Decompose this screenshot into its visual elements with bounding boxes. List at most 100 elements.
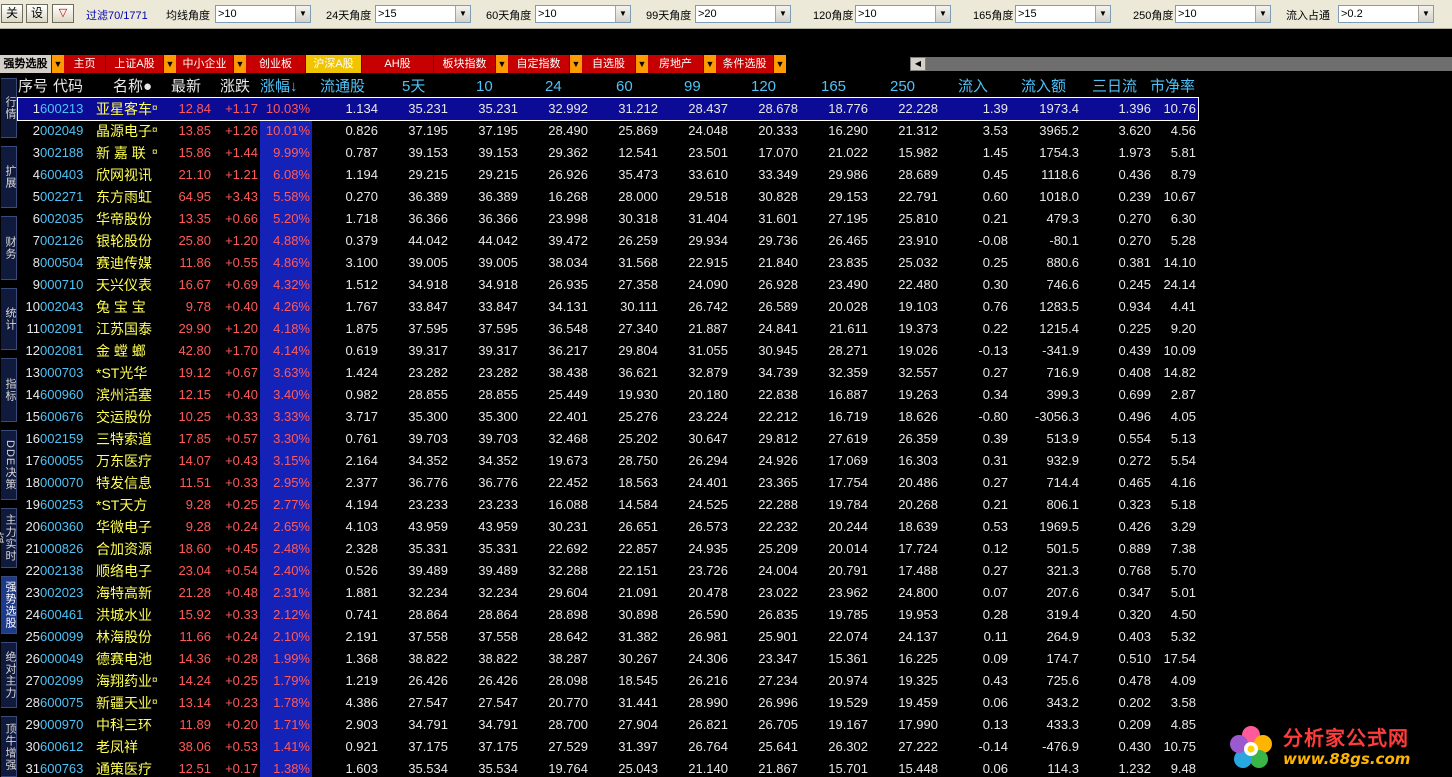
tab-8[interactable]: 自定指数 [508, 55, 570, 73]
combo-165-angle[interactable]: >15 ▼ [1015, 5, 1111, 23]
side-tab-5[interactable]: DDE决策 [1, 430, 17, 500]
col-header-d250[interactable]: 250 [890, 76, 915, 98]
col-header-d99[interactable]: 99 [684, 76, 701, 98]
col-header-name[interactable]: 名称● [113, 76, 152, 98]
table-row[interactable]: 25 600099 林海股份 11.66 +0.24 2.10% 2.191 37.558 37… [18, 626, 1198, 648]
col-header-pb[interactable]: 市净率 [1150, 76, 1195, 98]
chevron-down-icon[interactable]: ▼ [295, 6, 310, 22]
tab-dropdown-icon[interactable]: ▼ [164, 55, 176, 73]
combo-ma-angle[interactable]: >10 ▼ [215, 5, 311, 23]
table-row[interactable]: 20 600360 华微电子 9.28 +0.24 2.65% 4.103 43.959 43.… [18, 516, 1198, 538]
chevron-down-icon[interactable]: ▼ [775, 6, 790, 22]
table-row[interactable]: 7 002126 银轮股份 25.80 +1.20 4.88% 0.379 44.042 44.… [18, 230, 1198, 252]
table-row[interactable]: 23 002023 海特高新 21.28 +0.48 2.31% 1.881 32.234 32… [18, 582, 1198, 604]
side-tab-1[interactable]: 扩展 [1, 146, 17, 208]
table-row[interactable]: 2 002049 晶源电子 13.85 +1.26 10.01% 0.826 37.195 37… [18, 120, 1198, 142]
combo-250-angle[interactable]: >10 ▼ [1175, 5, 1271, 23]
col-header-pct[interactable]: 涨幅↓ [260, 76, 298, 98]
col-header-d24[interactable]: 24 [545, 76, 562, 98]
dropdown-icon[interactable]: ▽ [52, 4, 74, 23]
table-row[interactable]: 29 000970 中科三环 11.89 +0.20 1.71% 2.903 34.791 34… [18, 714, 1198, 736]
close-button[interactable]: 关 [1, 4, 23, 23]
side-tab-7[interactable]: 强势选股 [1, 576, 17, 634]
table-row[interactable]: 17 600055 万东医疗 14.07 +0.43 3.15% 2.164 34.352 34… [18, 450, 1198, 472]
side-tab-4[interactable]: 指标 [1, 358, 17, 422]
table-row[interactable]: 18 000070 特发信息 11.51 +0.33 2.95% 2.377 36.776 36… [18, 472, 1198, 494]
side-tab-2[interactable]: 财务 [1, 216, 17, 280]
tab-1[interactable]: 主页 [64, 55, 106, 73]
table-row[interactable]: 4 600403 欣网视讯 21.10 +1.21 6.08% 1.194 29.215 29.… [18, 164, 1198, 186]
tab-4[interactable]: 创业板 [246, 55, 306, 73]
tab-5[interactable]: 沪深A股 [306, 55, 362, 73]
col-header-inflow-amount[interactable]: 流入额 [1021, 76, 1066, 98]
col-header-latest[interactable]: 最新 [171, 76, 201, 98]
chevron-down-icon[interactable]: ▼ [935, 6, 950, 22]
scroll-left-icon[interactable]: ◀ [910, 57, 926, 71]
tab-dropdown-icon[interactable]: ▼ [234, 55, 246, 73]
side-tab-0[interactable]: 行情 [1, 78, 17, 138]
table-row[interactable]: 12 002081 金 螳 螂 42.80 +1.70 4.14% 0.619 39.317 3… [18, 340, 1198, 362]
table-row[interactable]: 13 000703 *ST光华 19.12 +0.67 3.63% 1.424 23.282 2… [18, 362, 1198, 384]
tab-2[interactable]: 上证A股 [106, 55, 164, 73]
tab-7[interactable]: 板块指数 [434, 55, 496, 73]
table-row[interactable]: 19 600253 *ST天方 9.28 +0.25 2.77% 4.194 23.233 23… [18, 494, 1198, 516]
table-row[interactable]: 11 002091 江苏国泰 29.90 +1.20 4.18% 1.875 37.595 37… [18, 318, 1198, 340]
table-row[interactable]: 28 600075 新疆天业 13.14 +0.23 1.78% 4.386 27.547 27… [18, 692, 1198, 714]
tab-10[interactable]: 房地产 [648, 55, 704, 73]
table-row[interactable]: 27 002099 海翔药业 14.24 +0.25 1.79% 1.219 26.426 26… [18, 670, 1198, 692]
col-header-d60[interactable]: 60 [616, 76, 633, 98]
tab-9[interactable]: 自选股 [582, 55, 636, 73]
col-header-d10[interactable]: 10 [476, 76, 493, 98]
side-tab-3[interactable]: 统计 [1, 288, 17, 350]
tab-dropdown-icon[interactable]: ▼ [496, 55, 508, 73]
combo-60-angle[interactable]: >10 ▼ [535, 5, 631, 23]
combo-24-angle[interactable]: >15 ▼ [375, 5, 471, 23]
tab-dropdown-icon[interactable]: ▼ [570, 55, 582, 73]
table-row[interactable]: 1 600213 亚星客车 12.84 +1.17 10.03% 1.134 35.231 35… [17, 97, 1199, 121]
table-row[interactable]: 30 600612 老凤祥 38.06 +0.53 1.41% 0.921 37.175 37.… [18, 736, 1198, 758]
table-row[interactable]: 21 000826 合加资源 18.60 +0.45 2.48% 2.328 35.331 35… [18, 538, 1198, 560]
tab-dropdown-icon[interactable]: ▼ [52, 55, 64, 73]
col-header-code[interactable]: 代码 [53, 76, 83, 98]
table-row[interactable]: 22 002138 顺络电子 23.04 +0.54 2.40% 0.526 39.489 39… [18, 560, 1198, 582]
tab-11[interactable]: 条件选股 [716, 55, 774, 73]
tab-scrollbar[interactable] [926, 57, 1452, 71]
combo-120-angle[interactable]: >10 ▼ [855, 5, 951, 23]
table-row[interactable]: 6 002035 华帝股份 13.35 +0.66 5.20% 1.718 36.366 36.… [18, 208, 1198, 230]
col-header-seq[interactable]: 序号 [18, 76, 48, 98]
tab-dropdown-icon[interactable]: ▼ [636, 55, 648, 73]
chevron-down-icon[interactable]: ▼ [455, 6, 470, 22]
chevron-down-icon[interactable]: ▼ [1095, 6, 1110, 22]
tab-0[interactable]: 强势选股 [0, 55, 52, 73]
tab-dropdown-icon[interactable]: ▼ [774, 55, 786, 73]
chevron-down-icon[interactable]: ▼ [615, 6, 630, 22]
chevron-down-icon[interactable]: ▼ [1418, 6, 1433, 22]
col-header-d120[interactable]: 120 [751, 76, 776, 98]
col-header-d165[interactable]: 165 [821, 76, 846, 98]
tab-6[interactable]: AH股 [362, 55, 434, 73]
col-header-float[interactable]: 流通股 [320, 76, 365, 98]
combo-99-angle[interactable]: >20 ▼ [695, 5, 791, 23]
tab-3[interactable]: 中小企业 [176, 55, 234, 73]
combo-inflow-ratio[interactable]: >0.2 ▼ [1338, 5, 1434, 23]
tab-dropdown-icon[interactable]: ▼ [704, 55, 716, 73]
table-row[interactable]: 3 002188 新 嘉 联 15.86 +1.44 9.99% 0.787 39.153 39… [18, 142, 1198, 164]
table-row[interactable]: 14 600960 滨州活塞 12.15 +0.40 3.40% 0.982 28.855 28… [18, 384, 1198, 406]
side-tab-6[interactable]: 主力实时监 [0, 508, 17, 568]
side-tab-9[interactable]: 顶牛增强 [1, 716, 17, 777]
settings-button[interactable]: 设 [26, 4, 48, 23]
table-row[interactable]: 5 002271 东方雨虹 64.95 +3.43 5.58% 0.270 36.389 36.… [18, 186, 1198, 208]
table-row[interactable]: 26 000049 德赛电池 14.36 +0.28 1.99% 1.368 38.822 38… [18, 648, 1198, 670]
table-row[interactable]: 15 600676 交运股份 10.25 +0.33 3.33% 3.717 35.300 35… [18, 406, 1198, 428]
table-row[interactable]: 31 600763 通策医疗 12.51 +0.17 1.38% 1.603 35.534 35… [18, 758, 1198, 777]
col-header-d5[interactable]: 5天 [402, 76, 425, 98]
table-row[interactable]: 24 600461 洪城水业 15.92 +0.33 2.12% 0.741 28.864 28… [18, 604, 1198, 626]
table-row[interactable]: 8 000504 赛迪传媒 11.86 +0.55 4.86% 3.100 39.005 39.… [18, 252, 1198, 274]
col-header-inflow[interactable]: 流入 [958, 76, 988, 98]
table-row[interactable]: 16 002159 三特索道 17.85 +0.57 3.30% 0.761 39.703 39… [18, 428, 1198, 450]
side-tab-8[interactable]: 绝对主力 [1, 642, 17, 708]
table-row[interactable]: 9 000710 天兴仪表 16.67 +0.69 4.32% 1.512 34.918 34.… [18, 274, 1198, 296]
chevron-down-icon[interactable]: ▼ [1255, 6, 1270, 22]
col-header-change[interactable]: 涨跌 [220, 76, 250, 98]
table-row[interactable]: 10 002043 兔 宝 宝 9.78 +0.40 4.26% 1.767 33.847 33… [18, 296, 1198, 318]
